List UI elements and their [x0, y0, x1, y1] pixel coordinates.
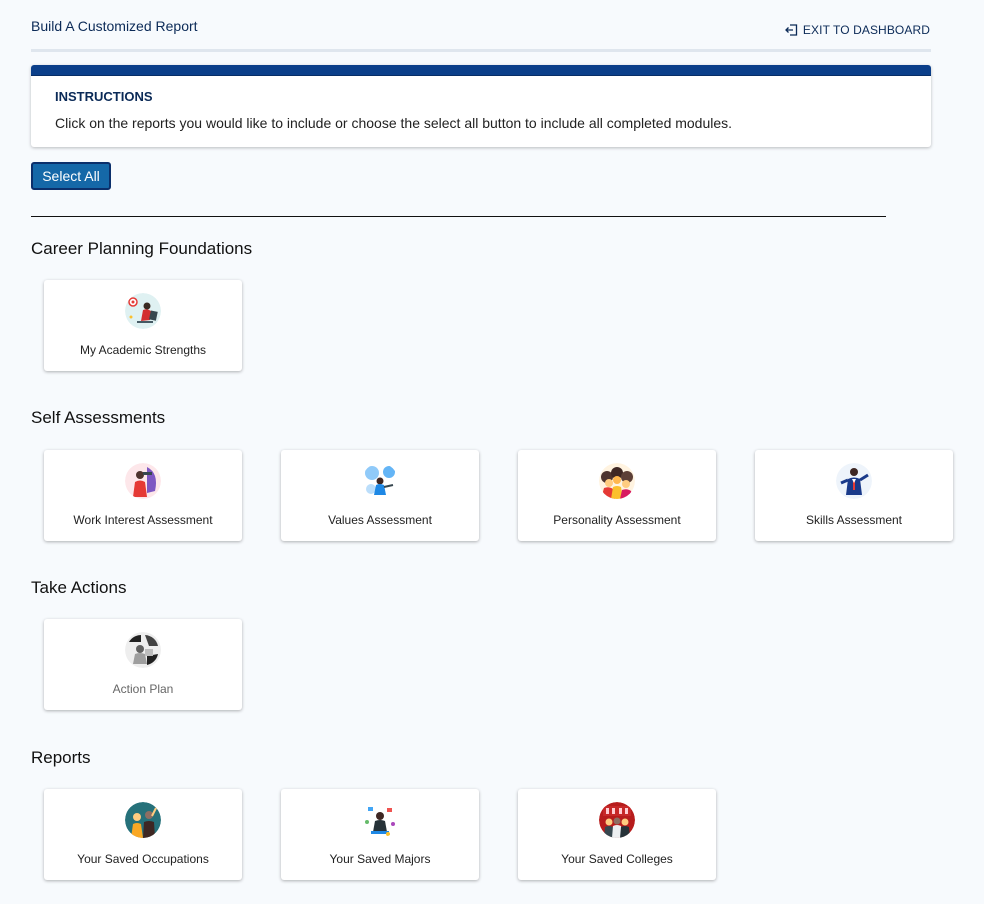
values-icon: [362, 463, 398, 499]
saved-colleges-icon: [599, 802, 635, 838]
section-title-take-actions: Take Actions: [31, 578, 127, 597]
section-title-career-planning-foundations: Career Planning Foundations: [31, 239, 253, 258]
report-card-label: Skills Assessment: [805, 513, 903, 527]
saved-majors-icon: [362, 802, 398, 838]
exit-arrow-icon: [785, 24, 798, 36]
report-card-action-plan[interactable]: Action Plan: [44, 619, 242, 710]
report-card-label: Your Saved Colleges: [561, 852, 673, 866]
report-card-my-academic-strengths[interactable]: My Academic Strengths: [44, 280, 242, 371]
exit-to-dashboard-link[interactable]: EXIT TO DASHBOARD: [785, 23, 930, 37]
report-card-your-saved-occupations[interactable]: Your Saved Occupations: [44, 789, 242, 880]
page-title: Build A Customized Report: [31, 18, 198, 34]
report-card-label: Action Plan: [112, 682, 174, 696]
report-card-label: Personality Assessment: [553, 513, 681, 527]
academic-strengths-icon: [125, 293, 161, 329]
report-card-label: My Academic Strengths: [79, 343, 207, 357]
report-card-label: Work Interest Assessment: [73, 513, 213, 527]
exit-link-label: EXIT TO DASHBOARD: [802, 23, 930, 37]
skills-icon: [836, 463, 872, 499]
report-card-values-assessment[interactable]: Values Assessment: [281, 450, 479, 541]
report-card-label: Your Saved Occupations: [77, 852, 209, 866]
section-title-self-assessments: Self Assessments: [31, 408, 166, 427]
saved-occupations-icon: [125, 802, 161, 838]
work-interest-icon: [125, 463, 161, 499]
report-card-your-saved-colleges[interactable]: Your Saved Colleges: [518, 789, 716, 880]
report-card-personality-assessment[interactable]: Personality Assessment: [518, 450, 716, 541]
header-divider: [31, 49, 931, 52]
section-divider: [31, 216, 886, 217]
action-plan-icon: [125, 632, 161, 668]
report-card-skills-assessment[interactable]: Skills Assessment: [755, 450, 953, 541]
select-all-button[interactable]: Select All: [31, 162, 111, 190]
report-card-label: Values Assessment: [328, 513, 432, 527]
report-card-your-saved-majors[interactable]: Your Saved Majors: [281, 789, 479, 880]
report-card-work-interest-assessment[interactable]: Work Interest Assessment: [44, 450, 242, 541]
instructions-panel: INSTRUCTIONS Click on the reports you wo…: [31, 65, 931, 147]
instructions-heading: INSTRUCTIONS: [55, 89, 153, 104]
personality-icon: [599, 463, 635, 499]
instructions-top-bar: [31, 65, 931, 76]
report-card-label: Your Saved Majors: [329, 852, 431, 866]
section-title-reports: Reports: [31, 748, 91, 767]
instructions-text: Click on the reports you would like to i…: [55, 115, 733, 131]
